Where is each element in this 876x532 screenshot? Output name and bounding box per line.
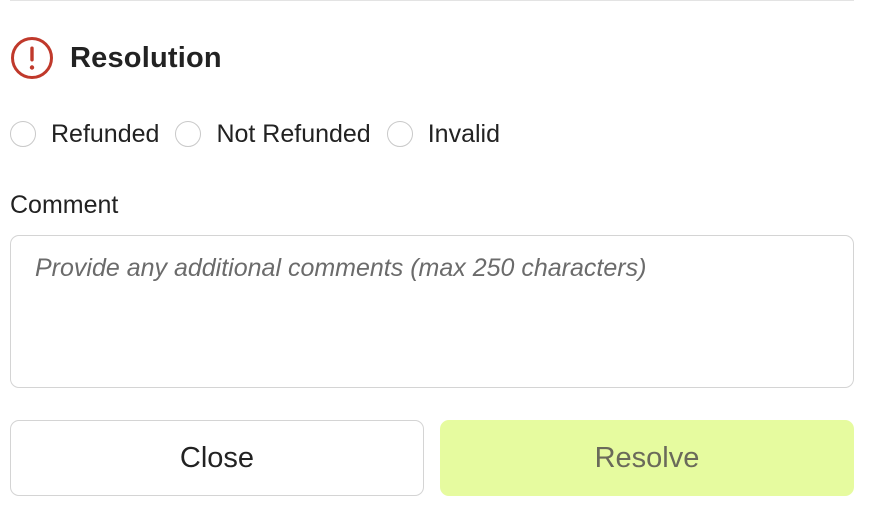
resolution-header: Resolution — [10, 36, 222, 80]
resolve-button[interactable]: Resolve — [440, 420, 854, 496]
radio-option-refunded[interactable]: Refunded — [10, 120, 159, 149]
comment-label: Comment — [10, 191, 119, 219]
radio-label-not-refunded: Not Refunded — [216, 119, 371, 148]
radio-option-invalid[interactable]: Invalid — [386, 119, 500, 149]
alert-circle-icon — [10, 36, 54, 80]
close-button[interactable]: Close — [10, 420, 424, 496]
radio-label-invalid: Invalid — [427, 119, 500, 148]
resolution-radio-group: Refunded Not Refunded Invalid — [10, 117, 516, 151]
comment-textarea[interactable] — [10, 235, 854, 388]
radio-button-invalid[interactable] — [386, 121, 413, 147]
radio-button-not-refunded[interactable] — [175, 121, 202, 147]
radio-option-not-refunded[interactable]: Not Refunded — [175, 119, 371, 149]
top-divider — [10, 0, 854, 1]
page-title: Resolution — [70, 41, 222, 74]
radio-button-refunded[interactable] — [10, 121, 36, 147]
radio-label-refunded: Refunded — [51, 119, 160, 148]
